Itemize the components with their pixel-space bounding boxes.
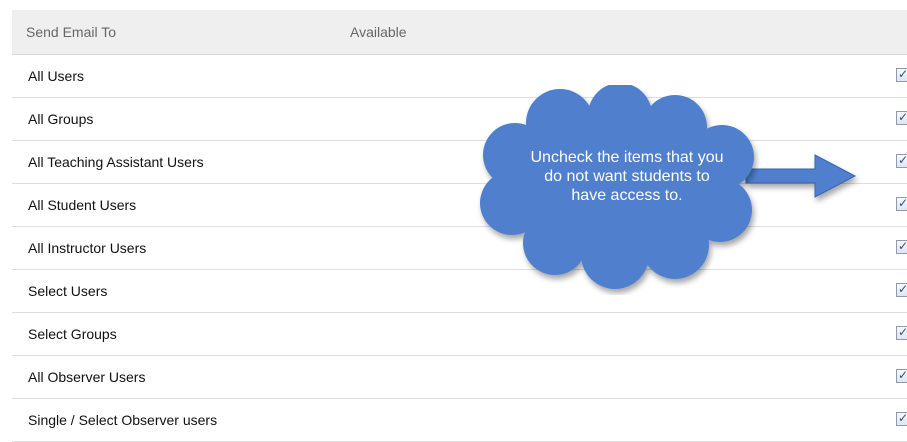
callout-text: Uncheck the items that you do not want s… — [530, 149, 724, 204]
row-label: All Student Users — [28, 197, 137, 213]
row-label: All Groups — [28, 111, 94, 127]
row-label: All Observer Users — [28, 369, 146, 385]
available-checkbox[interactable] — [896, 326, 907, 340]
available-checkbox[interactable] — [896, 111, 907, 125]
available-checkbox[interactable] — [896, 369, 907, 383]
send-email-to-header: Send Email To — [26, 24, 117, 40]
available-checkbox[interactable] — [896, 240, 907, 254]
arrow-icon — [745, 154, 857, 198]
row-label: All Teaching Assistant Users — [28, 154, 204, 170]
row-label: Select Users — [28, 283, 108, 299]
table-row: All Observer Users — [12, 356, 907, 399]
available-header: Available — [350, 24, 407, 40]
row-label: Single / Select Observer users — [28, 412, 218, 428]
table-row: Select Groups — [12, 313, 907, 356]
row-label: Select Groups — [28, 326, 117, 342]
available-checkbox[interactable] — [896, 68, 907, 82]
available-checkbox[interactable] — [896, 154, 907, 168]
table-row: Single / Select Observer users — [12, 399, 907, 442]
available-checkbox[interactable] — [896, 197, 907, 211]
row-label: All Instructor Users — [28, 240, 147, 256]
available-checkbox[interactable] — [896, 283, 907, 297]
row-label: All Users — [28, 68, 85, 84]
available-checkbox[interactable] — [896, 412, 907, 426]
table-header: Send Email To Available — [12, 10, 907, 55]
